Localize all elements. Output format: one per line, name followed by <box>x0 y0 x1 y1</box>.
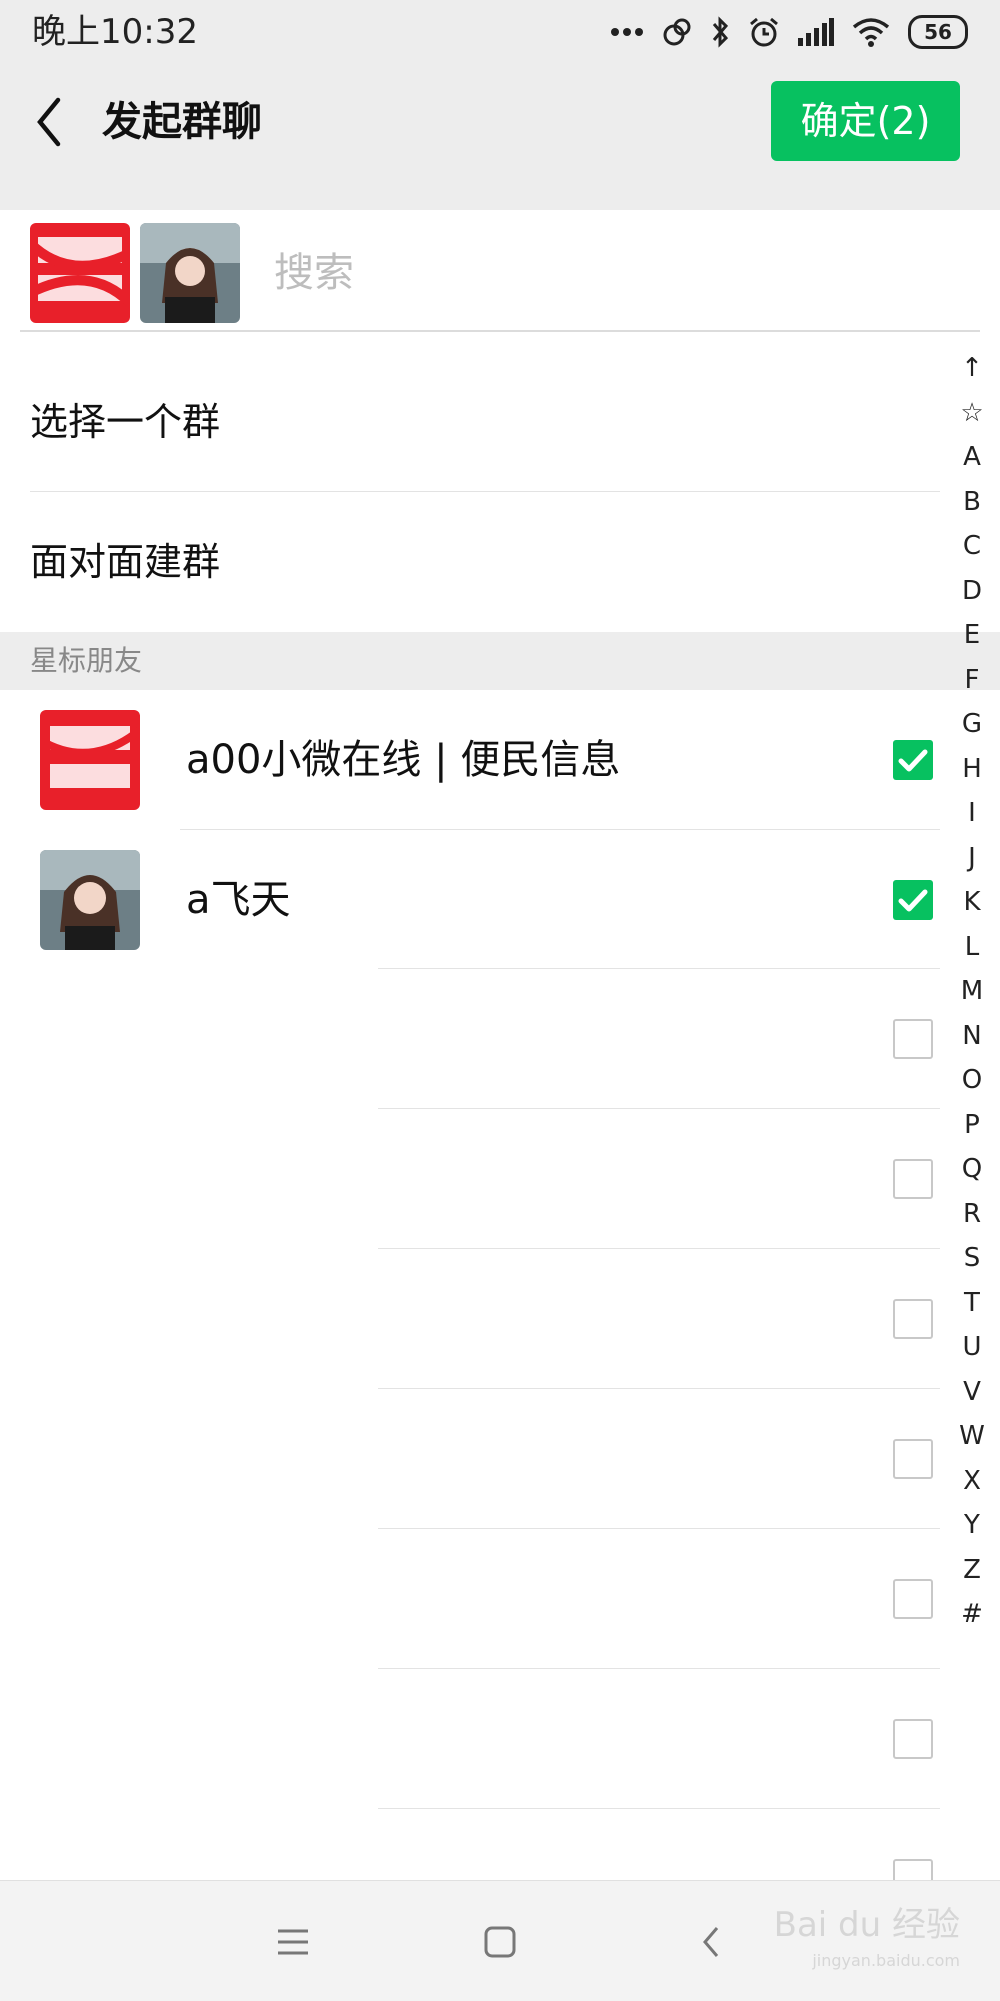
contact-row[interactable] <box>0 1669 940 1809</box>
nav-home-button[interactable] <box>465 1907 535 1977</box>
wifi-icon <box>852 18 890 47</box>
index-letter[interactable]: O <box>952 1058 992 1103</box>
index-letter[interactable]: N <box>952 1014 992 1059</box>
search-underline <box>20 330 980 332</box>
contact-row[interactable]: a飞天 <box>0 830 940 970</box>
index-letter[interactable]: F <box>952 658 992 703</box>
avatar-image <box>40 710 140 810</box>
selected-avatar[interactable] <box>30 223 130 323</box>
bluetooth-icon <box>712 16 729 48</box>
home-icon <box>484 1926 516 1958</box>
index-letter[interactable]: C <box>952 524 992 569</box>
confirm-button[interactable]: 确定(2) <box>771 81 960 161</box>
contact-row[interactable] <box>0 1109 940 1249</box>
contact-checkbox[interactable] <box>893 1859 933 1880</box>
index-letter[interactable]: Q <box>952 1147 992 1192</box>
index-letter[interactable]: V <box>952 1370 992 1415</box>
menu-item-face-to-face[interactable]: 面对面建群 <box>0 492 940 632</box>
alphabet-index-bar[interactable]: ↑ ☆ A B C D E F G H I J K L M N O P Q R S T U V W X Y Z # <box>952 346 992 1637</box>
index-letter[interactable]: Z <box>952 1548 992 1593</box>
watermark-url: jingyan.baidu.com <box>812 1951 960 1970</box>
contact-checkbox[interactable] <box>893 1719 933 1759</box>
menu-item-select-group[interactable]: 选择一个群 <box>0 352 940 492</box>
contact-checkbox[interactable] <box>893 1439 933 1479</box>
index-letter[interactable]: I <box>952 791 992 836</box>
index-letter[interactable]: L <box>952 925 992 970</box>
index-letter[interactable]: J <box>952 836 992 881</box>
search-input[interactable] <box>272 240 926 306</box>
selected-avatar[interactable] <box>140 223 240 323</box>
contact-row[interactable] <box>0 969 940 1109</box>
contact-name: a飞天 <box>186 877 291 923</box>
menu-item-label: 面对面建群 <box>30 540 221 584</box>
avatar-image <box>30 223 130 323</box>
index-letter[interactable]: # <box>952 1592 992 1637</box>
alarm-icon <box>750 17 778 47</box>
system-nav-bar: Bai du 经验 jingyan.baidu.com <box>0 1880 1000 2001</box>
avatar <box>40 850 140 950</box>
index-letter[interactable]: M <box>952 969 992 1014</box>
nav-menu-button[interactable] <box>258 1907 328 1977</box>
menu-item-label: 选择一个群 <box>30 400 221 444</box>
chevron-left-icon <box>37 97 61 147</box>
watermark-logo: Bai du 经验 <box>773 1905 960 1945</box>
contact-row[interactable]: a00小微在线 | 便民信息 <box>0 690 940 830</box>
index-letter[interactable]: K <box>952 880 992 925</box>
index-letter[interactable]: S <box>952 1236 992 1281</box>
contact-checkbox[interactable] <box>893 1019 933 1059</box>
contact-row[interactable] <box>0 1809 940 1880</box>
index-letter[interactable]: U <box>952 1325 992 1370</box>
back-icon <box>703 1927 719 1957</box>
more-dots-icon <box>611 28 643 36</box>
battery-indicator: 56 <box>908 15 968 49</box>
contact-checkbox[interactable] <box>893 1579 933 1619</box>
index-letter[interactable]: E <box>952 613 992 658</box>
index-letter[interactable]: P <box>952 1103 992 1148</box>
avatar <box>40 710 140 810</box>
checkmark-icon <box>898 749 928 772</box>
contact-row[interactable] <box>0 1389 940 1529</box>
index-letter[interactable]: B <box>952 480 992 525</box>
index-letter[interactable]: G <box>952 702 992 747</box>
contact-row[interactable] <box>0 1249 940 1389</box>
avatar-image <box>40 850 140 950</box>
top-bar: 晚上10:32 56 发起群聊 确定(2) <box>0 0 1000 210</box>
nav-back-button[interactable] <box>676 1907 746 1977</box>
index-letter[interactable]: H <box>952 747 992 792</box>
status-time: 晚上10:32 <box>32 12 198 52</box>
index-letter[interactable]: Y <box>952 1503 992 1548</box>
search-bar <box>0 210 1000 332</box>
section-title: 星标朋友 <box>30 644 143 677</box>
section-header-starred: 星标朋友 <box>0 632 1000 690</box>
contact-checkbox[interactable] <box>893 1299 933 1339</box>
contact-checkbox[interactable] <box>893 740 933 780</box>
index-letter[interactable]: T <box>952 1281 992 1326</box>
menu-icon <box>278 1929 308 1955</box>
index-letter[interactable]: ☆ <box>952 391 992 436</box>
index-letter[interactable]: W <box>952 1414 992 1459</box>
index-letter[interactable]: R <box>952 1192 992 1237</box>
avatar-image <box>140 223 240 323</box>
checkmark-icon <box>898 889 928 912</box>
contact-checkbox[interactable] <box>893 1159 933 1199</box>
contact-row[interactable] <box>0 1529 940 1669</box>
contact-checkbox[interactable] <box>893 880 933 920</box>
status-icons: 56 <box>610 12 968 52</box>
sync-icon <box>663 18 691 46</box>
page-title: 发起群聊 <box>102 99 262 145</box>
back-button[interactable] <box>30 92 70 152</box>
index-letter[interactable]: ↑ <box>952 346 992 391</box>
index-letter[interactable]: A <box>952 435 992 480</box>
contact-name: a00小微在线 | 便民信息 <box>186 737 621 783</box>
signal-icon <box>798 18 834 46</box>
index-letter[interactable]: D <box>952 569 992 614</box>
index-letter[interactable]: X <box>952 1459 992 1504</box>
